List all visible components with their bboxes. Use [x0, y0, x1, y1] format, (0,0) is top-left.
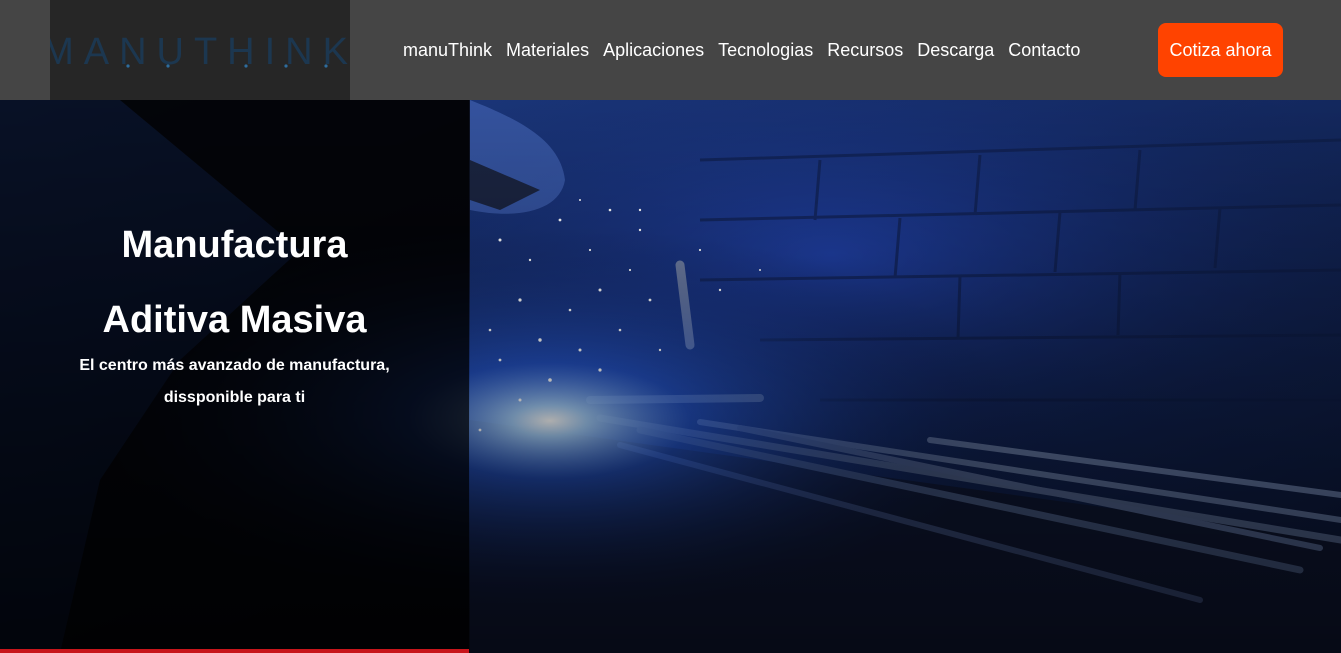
- nav-item-descarga[interactable]: Descarga: [917, 36, 994, 64]
- logo[interactable]: MANUTHINK: [50, 0, 350, 100]
- site-header: MANUTHINK manuThink Materiales Aplicacio…: [0, 0, 1341, 100]
- hero-subtitle-line-2: dissponible para ti: [163, 389, 306, 406]
- hero-title-line-2: Aditiva Masiva: [102, 299, 367, 341]
- hero-text-panel: Manufactura Aditiva Masiva El centro más…: [0, 100, 469, 653]
- nav-item-aplicaciones[interactable]: Aplicaciones: [603, 36, 704, 64]
- nav-item-manuthink[interactable]: manuThink: [403, 36, 492, 64]
- hero-section: Manufactura Aditiva Masiva El centro más…: [0, 100, 1341, 653]
- nav-item-materiales[interactable]: Materiales: [506, 36, 589, 64]
- hero-title: Manufactura Aditiva Masiva: [0, 208, 469, 358]
- main-nav: manuThink Materiales Aplicaciones Tecnol…: [403, 36, 1080, 64]
- nav-item-contacto[interactable]: Contacto: [1008, 36, 1080, 64]
- hero-subtitle-line-1: El centro más avanzado de manufactura,: [79, 357, 390, 374]
- hero-title-line-1: Manufactura: [121, 224, 348, 266]
- hero-accent-line: [0, 649, 469, 653]
- nav-item-recursos[interactable]: Recursos: [827, 36, 903, 64]
- nav-item-tecnologias[interactable]: Tecnologias: [718, 36, 813, 64]
- logo-graphic: MANUTHINK: [50, 31, 350, 73]
- hero-subtitle: El centro más avanzado de manufactura, d…: [0, 350, 469, 414]
- logo-text: MANUTHINK: [50, 31, 350, 73]
- quote-button[interactable]: Cotiza ahora: [1158, 23, 1283, 77]
